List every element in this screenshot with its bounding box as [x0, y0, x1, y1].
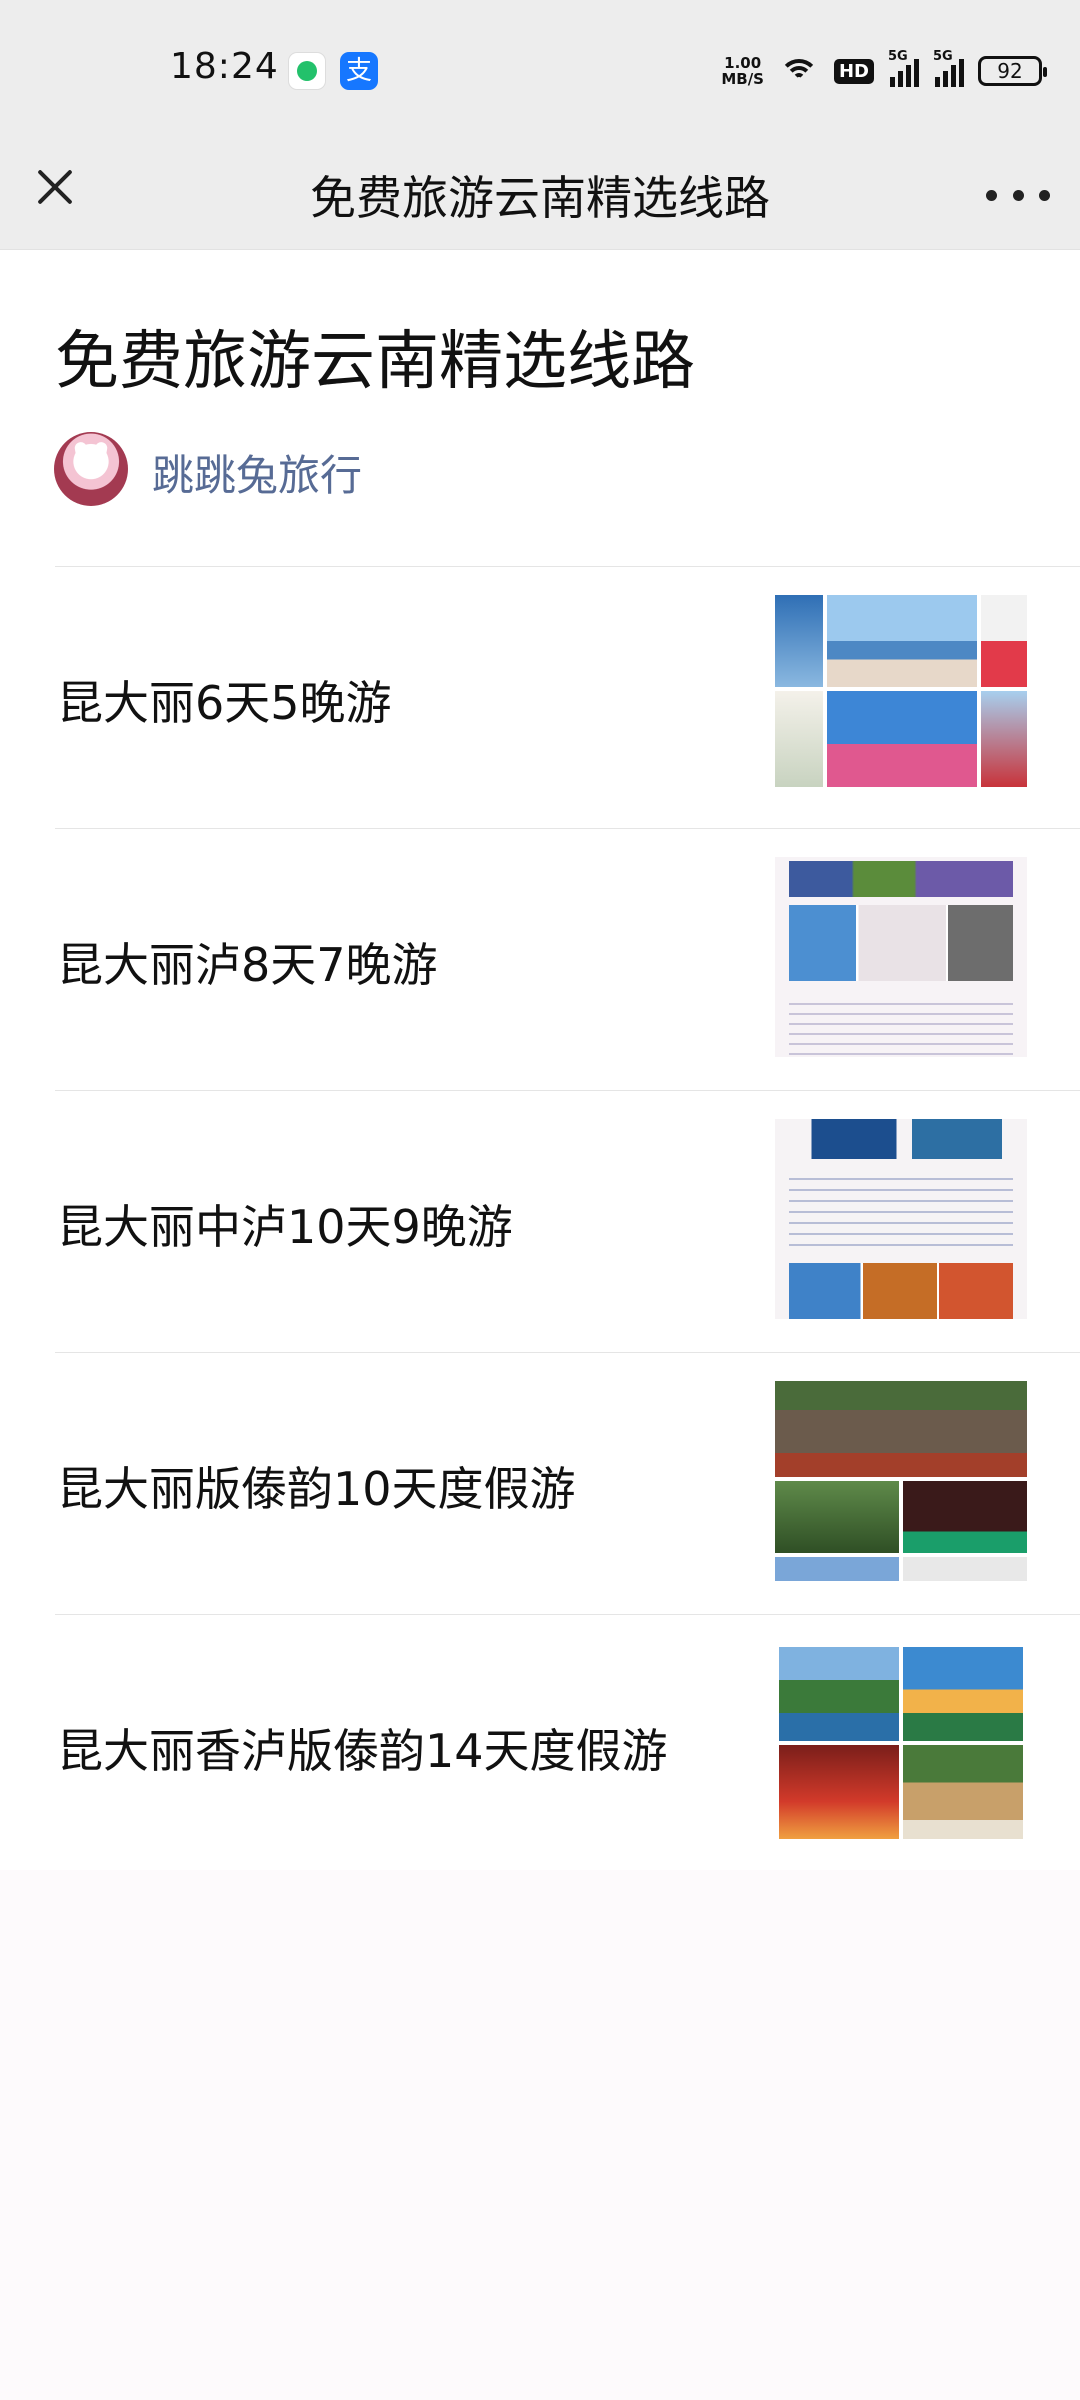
network-speed: 1.00 MB/S — [721, 55, 764, 87]
nav-title: 免费旅游云南精选线路 — [310, 171, 770, 225]
route-thumbnail — [775, 857, 1027, 1057]
wifi-icon — [778, 55, 820, 87]
message-app-icon — [288, 52, 326, 90]
hd-voice-icon: HD — [833, 58, 874, 84]
route-thumbnail — [775, 1643, 1027, 1843]
status-bar: 18:24 支 1.00 MB/S HD 5G 5G 92 — [0, 0, 1080, 140]
page-title: 免费旅游云南精选线路 — [55, 325, 695, 399]
status-indicators: 1.00 MB/S HD 5G 5G 92 — [721, 49, 1047, 92]
more-options-icon[interactable] — [986, 180, 1050, 210]
clock: 18:24 — [170, 46, 279, 87]
route-thumbnail — [775, 595, 1027, 795]
route-item[interactable]: 昆大丽泸8天7晚游 — [55, 828, 1080, 1090]
route-label: 昆大丽6天5晚游 — [57, 676, 392, 730]
route-thumbnail — [775, 1381, 1027, 1581]
sim2-network-label: 5G — [933, 49, 953, 64]
network-speed-value: 1.00 — [724, 54, 762, 72]
route-thumbnail — [775, 1119, 1027, 1319]
author-link[interactable]: 跳跳兔旅行 — [152, 442, 362, 503]
avatar[interactable] — [54, 432, 128, 506]
route-item[interactable]: 昆大丽中泸10天9晚游 — [55, 1090, 1080, 1352]
route-item[interactable]: 昆大丽6天5晚游 — [55, 566, 1080, 828]
route-label: 昆大丽香泸版傣韵14天度假游 — [57, 1724, 668, 1778]
network-speed-unit: MB/S — [721, 70, 764, 88]
route-item[interactable]: 昆大丽版傣韵10天度假游 — [55, 1352, 1080, 1614]
nav-bar: 免费旅游云南精选线路 — [0, 140, 1080, 250]
battery-icon: 92 — [978, 56, 1047, 86]
article-content: 免费旅游云南精选线路 跳跳兔旅行 昆大丽6天5晚游 昆大丽泸8天7晚游 昆大丽中… — [0, 250, 1080, 1870]
route-item[interactable]: 昆大丽香泸版傣韵14天度假游 — [55, 1614, 1080, 1876]
alipay-icon: 支 — [340, 52, 378, 90]
signal-icon-sim2: 5G — [933, 49, 964, 87]
route-label: 昆大丽版傣韵10天度假游 — [57, 1462, 576, 1516]
signal-icon-sim1: 5G — [888, 49, 919, 87]
route-label: 昆大丽泸8天7晚游 — [57, 938, 438, 992]
route-label: 昆大丽中泸10天9晚游 — [57, 1200, 513, 1254]
sim1-network-label: 5G — [888, 49, 908, 64]
